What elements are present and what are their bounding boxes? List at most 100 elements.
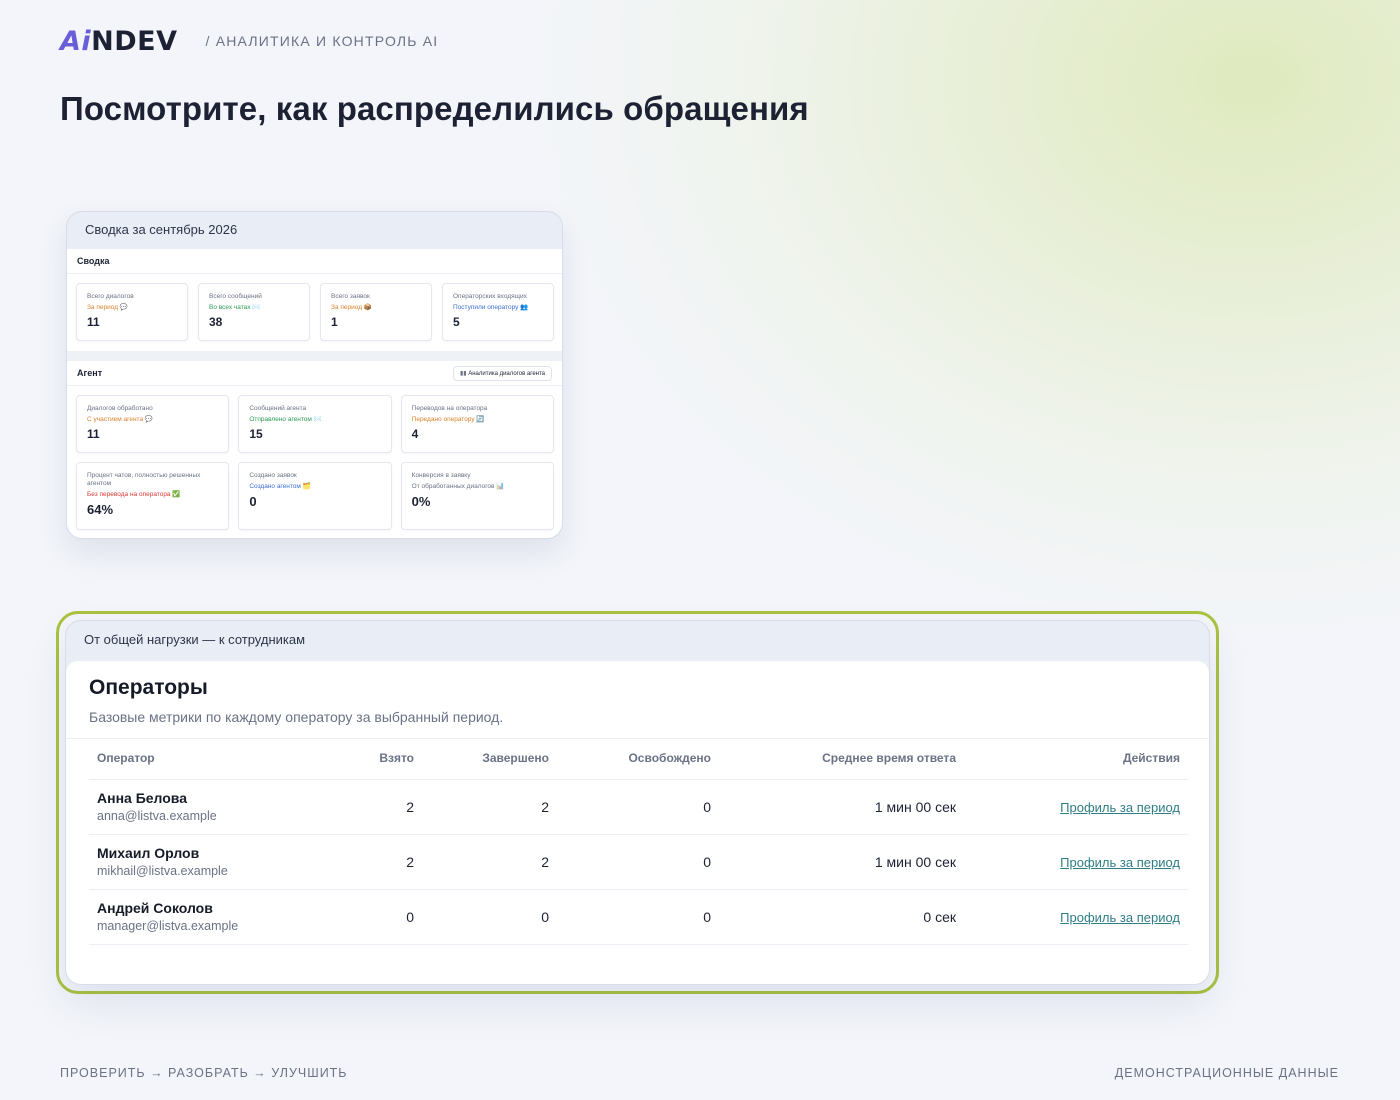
operator-cell: Михаил Орлов mikhail@listva.example <box>89 834 324 890</box>
operators-subtitle: Базовые метрики по каждому оператору за … <box>89 709 504 725</box>
operators-table: Оператор Взято Завершено Освобождено Сре… <box>89 738 1188 945</box>
metric-sub: За период 📦 <box>331 304 372 311</box>
summary-card-content: Сводка Всего диалогов За период 💬 11 Все… <box>67 249 562 538</box>
metric-value: 1 <box>331 315 338 329</box>
metric-card: Всего сообщений Во всех чатах ✉️ 38 <box>198 283 310 341</box>
operators-card: От общей нагрузки — к сотрудникам Операт… <box>65 620 1210 985</box>
metric-sub: С участием агента 💬 <box>87 416 153 423</box>
taken-cell: 2 <box>324 834 414 890</box>
col-actions: Действия <box>956 738 1188 780</box>
released-cell: 0 <box>549 779 711 835</box>
released-cell: 0 <box>549 834 711 890</box>
metric-card: Процент чатов, полностью решенных агенто… <box>76 462 230 530</box>
bar-chart-icon: ▮▮ <box>459 370 469 377</box>
operator-name: Анна Белова <box>97 790 188 806</box>
table-header-row: Оператор Взято Завершено Освобождено Сре… <box>89 738 1188 780</box>
agent-section-title: Агент <box>77 368 103 378</box>
avg-response-cell: 1 мин 00 сек <box>711 779 956 835</box>
summary-section-header: Сводка <box>67 249 562 274</box>
page-title: Посмотрите, как распределились обращения <box>60 90 809 127</box>
metric-sub: Отправлено агентом ✉️ <box>249 416 322 423</box>
aindev-logo[interactable]: Ai NDEV <box>60 26 178 57</box>
metric-label: Переводов на оператора <box>411 405 488 412</box>
metric-value: 64% <box>87 502 114 517</box>
operator-cell: Анна Белова anna@listva.example <box>89 779 324 835</box>
metric-card: Диалогов обработано С участием агента 💬 … <box>76 395 230 453</box>
summary-metrics-grid: Всего диалогов За период 💬 11 Всего сооб… <box>67 274 562 351</box>
profile-link[interactable]: Профиль за период <box>1060 855 1180 870</box>
taken-cell: 2 <box>324 779 414 835</box>
metric-value: 0 <box>249 494 257 509</box>
profile-link[interactable]: Профиль за период <box>1060 910 1180 925</box>
metric-sub: Поступили оператору 👥 <box>453 304 529 311</box>
agent-section-header: Агент ▮▮ Аналитика диалогов агента <box>67 361 562 386</box>
completed-cell: 2 <box>414 834 549 890</box>
col-operator[interactable]: Оператор <box>89 738 324 780</box>
logo-text-part: NDEV <box>91 25 178 57</box>
completed-cell: 0 <box>414 889 549 945</box>
agent-analytics-label: Аналитика диалогов агента <box>468 370 545 377</box>
operator-email: manager@listva.example <box>97 919 239 933</box>
section-divider <box>67 351 562 361</box>
metric-value: 15 <box>249 427 263 441</box>
agent-analytics-button[interactable]: ▮▮ Аналитика диалогов агента <box>452 365 552 381</box>
table-row: Михаил Орлов mikhail@listva.example 2 2 … <box>89 834 1188 890</box>
logo-ai-part: Ai <box>60 25 92 57</box>
actions-cell: Профиль за период <box>956 834 1188 890</box>
profile-link[interactable]: Профиль за период <box>1060 800 1180 815</box>
operator-email: anna@listva.example <box>97 809 217 823</box>
metric-card: Всего диалогов За период 💬 11 <box>76 283 188 341</box>
metric-label: Операторских входящих <box>453 293 527 300</box>
metric-card: Создано заявок Создано агентом 🗂️ 0 <box>238 462 392 530</box>
metric-value: 38 <box>209 315 223 329</box>
table-row: Андрей Соколов manager@listva.example 0 … <box>89 889 1188 945</box>
operator-cell: Андрей Соколов manager@listva.example <box>89 889 324 945</box>
summary-section-title: Сводка <box>77 256 110 266</box>
summary-card: Сводка за сентябрь 2026 Сводка Всего диа… <box>66 211 563 539</box>
taken-cell: 0 <box>324 889 414 945</box>
metric-label: Всего диалогов <box>87 293 134 300</box>
agent-metrics-grid: Диалогов обработано С участием агента 💬 … <box>67 386 562 453</box>
released-cell: 0 <box>549 889 711 945</box>
metric-sub: Создано агентом 🗂️ <box>249 483 311 490</box>
operator-name: Андрей Соколов <box>97 900 213 916</box>
metric-label: Конверсия в заявку <box>411 472 471 479</box>
metric-card: Сообщений агента Отправлено агентом ✉️ 1… <box>238 395 392 453</box>
operator-email: mikhail@listva.example <box>97 864 228 878</box>
metric-sub: За период 💬 <box>87 304 128 311</box>
col-released[interactable]: Освобождено <box>549 738 711 780</box>
metric-card: Всего заявок За период 📦 1 <box>320 283 432 341</box>
metric-label: Всего сообщений <box>209 293 262 300</box>
operator-name: Михаил Орлов <box>97 845 200 861</box>
operators-title: Операторы <box>89 676 208 699</box>
metric-value: 11 <box>87 315 100 329</box>
avg-response-cell: 0 сек <box>711 889 956 945</box>
metric-label: Создано заявок <box>249 472 297 479</box>
header-tagline: / АНАЛИТИКА И КОНТРОЛЬ AI <box>205 33 439 49</box>
actions-cell: Профиль за период <box>956 889 1188 945</box>
col-completed[interactable]: Завершено <box>414 738 549 780</box>
operators-card-caption: От общей нагрузки — к сотрудникам <box>84 632 306 647</box>
metric-sub: Передано оператору 🔄 <box>411 416 485 423</box>
metric-value: 4 <box>411 427 419 441</box>
metric-sub: Во всех чатах ✉️ <box>209 304 261 311</box>
metric-value: 5 <box>453 315 460 329</box>
avg-response-cell: 1 мин 00 сек <box>711 834 956 890</box>
footer-steps: ПРОВЕРИТЬ → РАЗОБРАТЬ → УЛУЧШИТЬ <box>60 1066 348 1080</box>
header: Ai NDEV / АНАЛИТИКА И КОНТРОЛЬ AI <box>60 26 439 57</box>
table-row: Анна Белова anna@listva.example 2 2 0 1 … <box>89 779 1188 835</box>
metric-value: 11 <box>87 427 100 441</box>
metric-card: Переводов на оператора Передано оператор… <box>400 395 554 453</box>
completed-cell: 2 <box>414 779 549 835</box>
col-taken[interactable]: Взято <box>324 738 414 780</box>
metric-label: Диалогов обработано <box>87 405 153 412</box>
actions-cell: Профиль за период <box>956 779 1188 835</box>
metric-value: 0% <box>411 494 431 509</box>
metric-sub: Без перевода на оператора ✅ <box>87 491 181 498</box>
metric-label: Процент чатов, полностью решенных агенто… <box>87 472 201 487</box>
metric-label: Всего заявок <box>331 293 370 300</box>
summary-card-caption: Сводка за сентябрь 2026 <box>85 222 238 237</box>
col-avg-response[interactable]: Среднее время ответа <box>711 738 956 780</box>
agent-metrics-grid-row2: Процент чатов, полностью решенных агенто… <box>67 453 562 530</box>
metric-label: Сообщений агента <box>249 405 307 412</box>
